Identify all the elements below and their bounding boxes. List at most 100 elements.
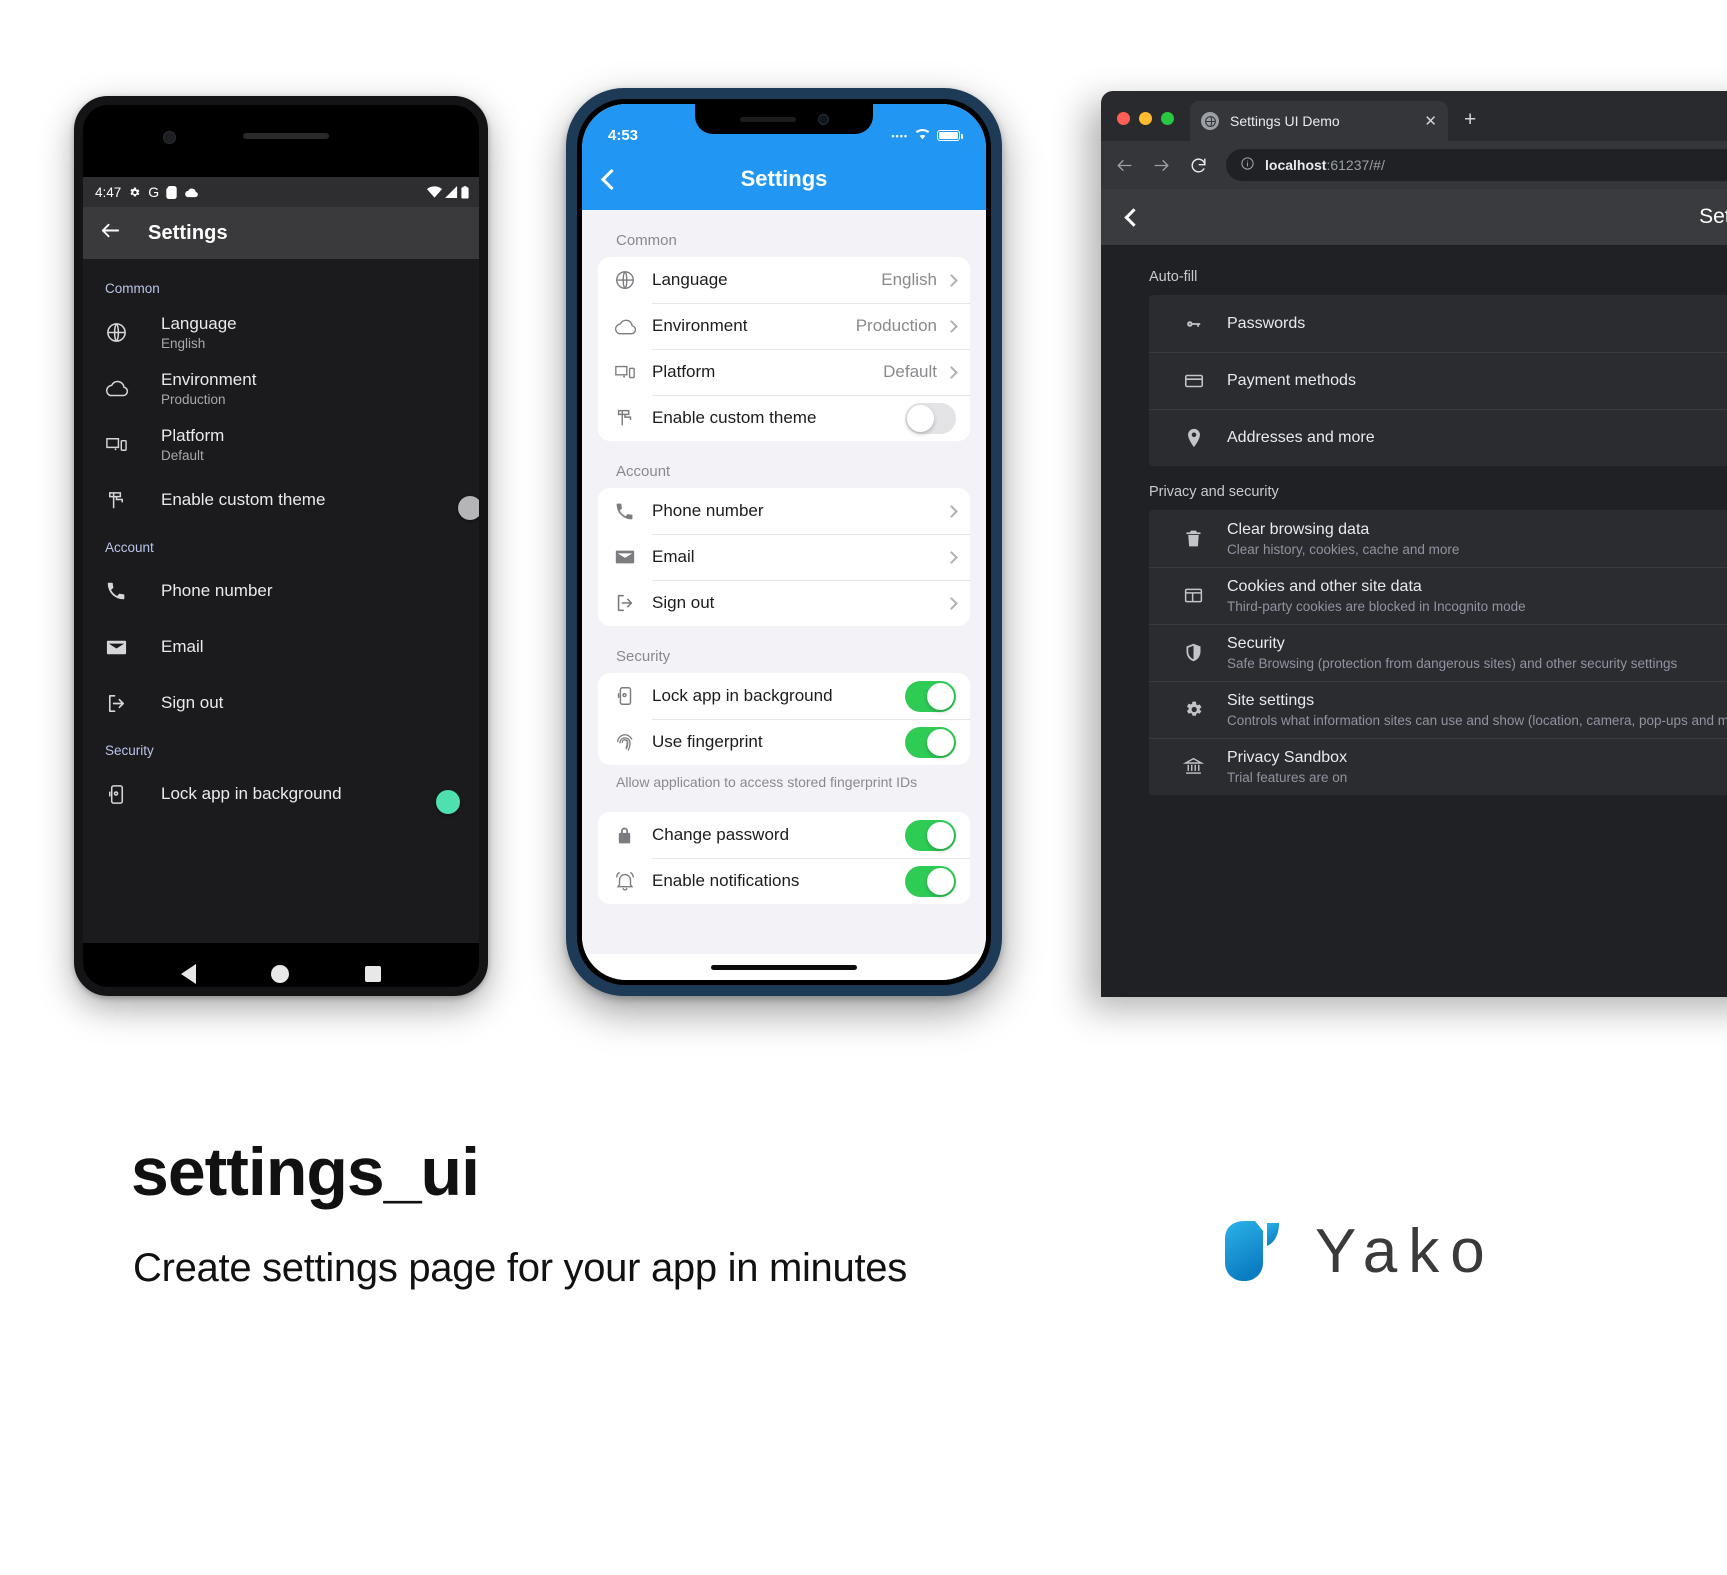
android-row-lock-app-in-background[interactable]: Lock app in background [83, 766, 479, 822]
android-row-enable-custom-theme[interactable]: Enable custom theme [83, 472, 479, 528]
android-top-bezel [83, 105, 479, 177]
android-row-phone-number[interactable]: Phone number [83, 563, 479, 619]
android-row-environment[interactable]: Environment Production [83, 360, 479, 416]
trash-icon [1183, 528, 1219, 549]
yako-droplet-logo-icon [1219, 1219, 1285, 1285]
cloud-icon [614, 315, 652, 338]
window-traffic-lights [1117, 112, 1190, 141]
ios-row-enable-notifications[interactable]: Enable notifications [598, 858, 970, 904]
front-camera-icon [817, 113, 829, 125]
web-card-auto-fill: Passwords Payment methods Addresses and … [1149, 295, 1727, 466]
fingerprint-icon [614, 731, 652, 753]
minimize-window-button[interactable] [1139, 112, 1152, 125]
browser-window-mockup: Settings UI Demo ✕ + localhost:61237/#/ … [1101, 91, 1727, 997]
chevron-right-icon [945, 273, 958, 287]
android-row-email[interactable]: Email [83, 619, 479, 675]
location-pin-icon [1183, 427, 1219, 449]
browser-tab[interactable]: Settings UI Demo ✕ [1190, 101, 1448, 141]
section-header-account: Account [105, 540, 154, 555]
change-password-toggle[interactable] [905, 819, 956, 851]
web-row-cookies-and-other-site-data[interactable]: Cookies and other site data Third-party … [1149, 567, 1727, 624]
web-settings-list: Auto-fill Passwords Payment methods Addr… [1101, 245, 1727, 795]
row-label: Use fingerprint [652, 732, 763, 751]
android-row-platform[interactable]: Platform Default [83, 416, 479, 472]
web-row-payment-methods[interactable]: Payment methods [1149, 352, 1727, 409]
security-footnote: Allow application to access stored finge… [616, 774, 918, 790]
enable-notifications-toggle[interactable] [905, 865, 956, 897]
forward-arrow-icon[interactable] [1152, 156, 1171, 175]
back-triangle-icon[interactable] [180, 964, 196, 984]
browser-viewport: Settings Auto-fill Passwords Payment met… [1101, 189, 1727, 997]
web-row-security[interactable]: Security Safe Browsing (protection from … [1149, 624, 1727, 681]
browser-toolbar: localhost:61237/#/ [1101, 141, 1727, 189]
status-time: 4:47 [95, 184, 122, 200]
switch-knob [927, 682, 954, 710]
ios-row-environment[interactable]: Environment Production [598, 303, 970, 349]
android-status-bar: 4:47 G [83, 177, 479, 207]
web-row-clear-browsing-data[interactable]: Clear browsing data Clear history, cooki… [1149, 510, 1727, 567]
back-arrow-icon[interactable] [99, 219, 122, 247]
switch-knob [927, 821, 954, 849]
android-row-sign-out[interactable]: Sign out [83, 675, 479, 731]
url-path: :61237/#/ [1326, 157, 1385, 173]
cookie-panel-icon [1183, 585, 1219, 606]
page-title: Settings [1699, 205, 1727, 228]
row-title: Environment [161, 369, 257, 389]
ios-phone-mockup: 4:53 •••• Settings Common Language Engli… [566, 88, 1002, 996]
row-label: Language [652, 270, 728, 289]
ios-row-enable-custom-theme[interactable]: Enable custom theme [598, 395, 970, 441]
row-subtitle: English [161, 336, 206, 352]
ios-app-bar: Settings [582, 148, 986, 210]
globe-icon [614, 269, 652, 291]
earpiece-speaker [739, 116, 796, 122]
gear-icon [128, 186, 141, 199]
new-tab-button[interactable]: + [1448, 109, 1492, 141]
ios-row-lock-app-in-background[interactable]: Lock app in background [598, 673, 970, 719]
page-title: Settings [740, 166, 828, 191]
row-title: Payment methods [1227, 371, 1356, 389]
row-subtitle: Controls what information sites can use … [1227, 712, 1727, 728]
ios-row-platform[interactable]: Platform Default [598, 349, 970, 395]
lock-app-toggle[interactable] [905, 680, 956, 712]
android-settings-list: Common Language English Environment Prod… [83, 259, 479, 943]
page-title: Settings [148, 221, 228, 244]
signal-dots-icon: •••• [891, 130, 908, 141]
ios-row-email[interactable]: Email [598, 534, 970, 580]
row-subtitle: Production [161, 392, 226, 408]
use-fingerprint-toggle[interactable] [905, 726, 956, 758]
ios-row-language[interactable]: Language English [598, 257, 970, 303]
row-title: Privacy Sandbox [1227, 748, 1348, 766]
sdcard-icon [166, 185, 177, 199]
web-row-addresses-and-more[interactable]: Addresses and more [1149, 409, 1727, 466]
web-row-privacy-sandbox[interactable]: Privacy Sandbox Trial features are on [1149, 738, 1727, 795]
close-window-button[interactable] [1117, 112, 1130, 125]
zoom-window-button[interactable] [1161, 112, 1174, 125]
home-circle-icon[interactable] [271, 965, 290, 983]
ios-row-sign-out[interactable]: Sign out [598, 580, 970, 626]
devices-icon [105, 433, 139, 456]
web-row-site-settings[interactable]: Site settings Controls what information … [1149, 681, 1727, 738]
ios-row-use-fingerprint[interactable]: Use fingerprint [598, 719, 970, 765]
chevron-left-icon[interactable] [1124, 207, 1143, 227]
row-subtitle: Trial features are on [1227, 769, 1348, 785]
ios-card-account: Phone number Email Sign out [598, 488, 970, 626]
ios-row-change-password[interactable]: Change password [598, 812, 970, 858]
recents-square-icon[interactable] [365, 966, 382, 982]
section-header-account: Account [616, 463, 671, 480]
back-arrow-icon[interactable] [1115, 156, 1134, 175]
web-row-passwords[interactable]: Passwords [1149, 295, 1727, 352]
email-icon [614, 546, 652, 568]
ios-row-phone-number[interactable]: Phone number [598, 488, 970, 534]
signal-icon [445, 186, 458, 198]
close-icon[interactable]: ✕ [1424, 114, 1437, 129]
android-row-language[interactable]: Language English [83, 304, 479, 360]
web-card-privacy: Clear browsing data Clear history, cooki… [1149, 510, 1727, 795]
reload-icon[interactable] [1189, 156, 1208, 175]
ios-screen: 4:53 •••• Settings Common Language Engli… [582, 104, 986, 980]
address-bar[interactable]: localhost:61237/#/ [1226, 149, 1727, 181]
row-title: Language [161, 313, 237, 333]
custom-theme-toggle[interactable] [905, 402, 956, 434]
info-icon[interactable] [1240, 156, 1255, 174]
gear-icon [1183, 699, 1219, 720]
product-tagline: Create settings page for your app in min… [133, 1246, 907, 1290]
